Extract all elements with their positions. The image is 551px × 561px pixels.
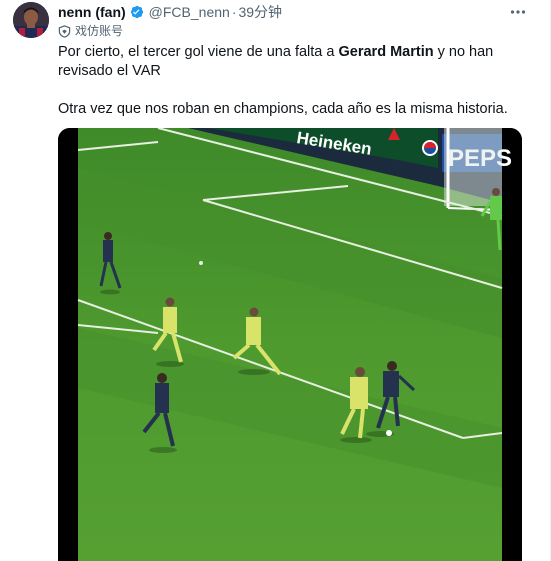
display-name[interactable]: nenn (fan) [58, 3, 126, 21]
timestamp[interactable]: 39分钟 [238, 3, 282, 21]
tweet-paragraph-2: Otra vez que nos roban en champions, cad… [58, 101, 508, 117]
video-player[interactable]: Heineken PEPS [58, 128, 522, 561]
avatar[interactable] [13, 2, 49, 38]
ball [386, 430, 392, 436]
tweet-card[interactable]: nenn (fan) @FCB_nenn · 39分钟 戏仿账号 Por cie… [0, 0, 551, 561]
user-handle[interactable]: @FCB_nenn [149, 3, 230, 21]
tweet-text-part: revisado el VAR [58, 63, 161, 79]
more-dots-icon [510, 10, 526, 14]
tweet-text-mention: Gerard Martin [338, 44, 434, 60]
verified-badge-icon [130, 5, 143, 19]
shield-icon [58, 24, 71, 38]
parody-label-text: 戏仿账号 [75, 24, 124, 38]
tweet-paragraph-1: Por cierto, el tercer gol viene de una f… [58, 43, 518, 81]
tweet-header: nenn (fan) @FCB_nenn · 39分钟 [58, 3, 282, 21]
tweet-text-part: Por cierto, el tercer gol viene de una f… [58, 44, 339, 60]
person-avatar-icon [13, 2, 49, 38]
tweet-text-part: y no han [433, 44, 494, 60]
tweet-text: Por cierto, el tercer gol viene de una f… [58, 43, 518, 119]
parody-label[interactable]: 戏仿账号 [58, 23, 123, 39]
video-frame: Heineken PEPS [58, 128, 522, 561]
separator-dot: · [231, 4, 237, 20]
more-options-button[interactable] [508, 3, 528, 21]
